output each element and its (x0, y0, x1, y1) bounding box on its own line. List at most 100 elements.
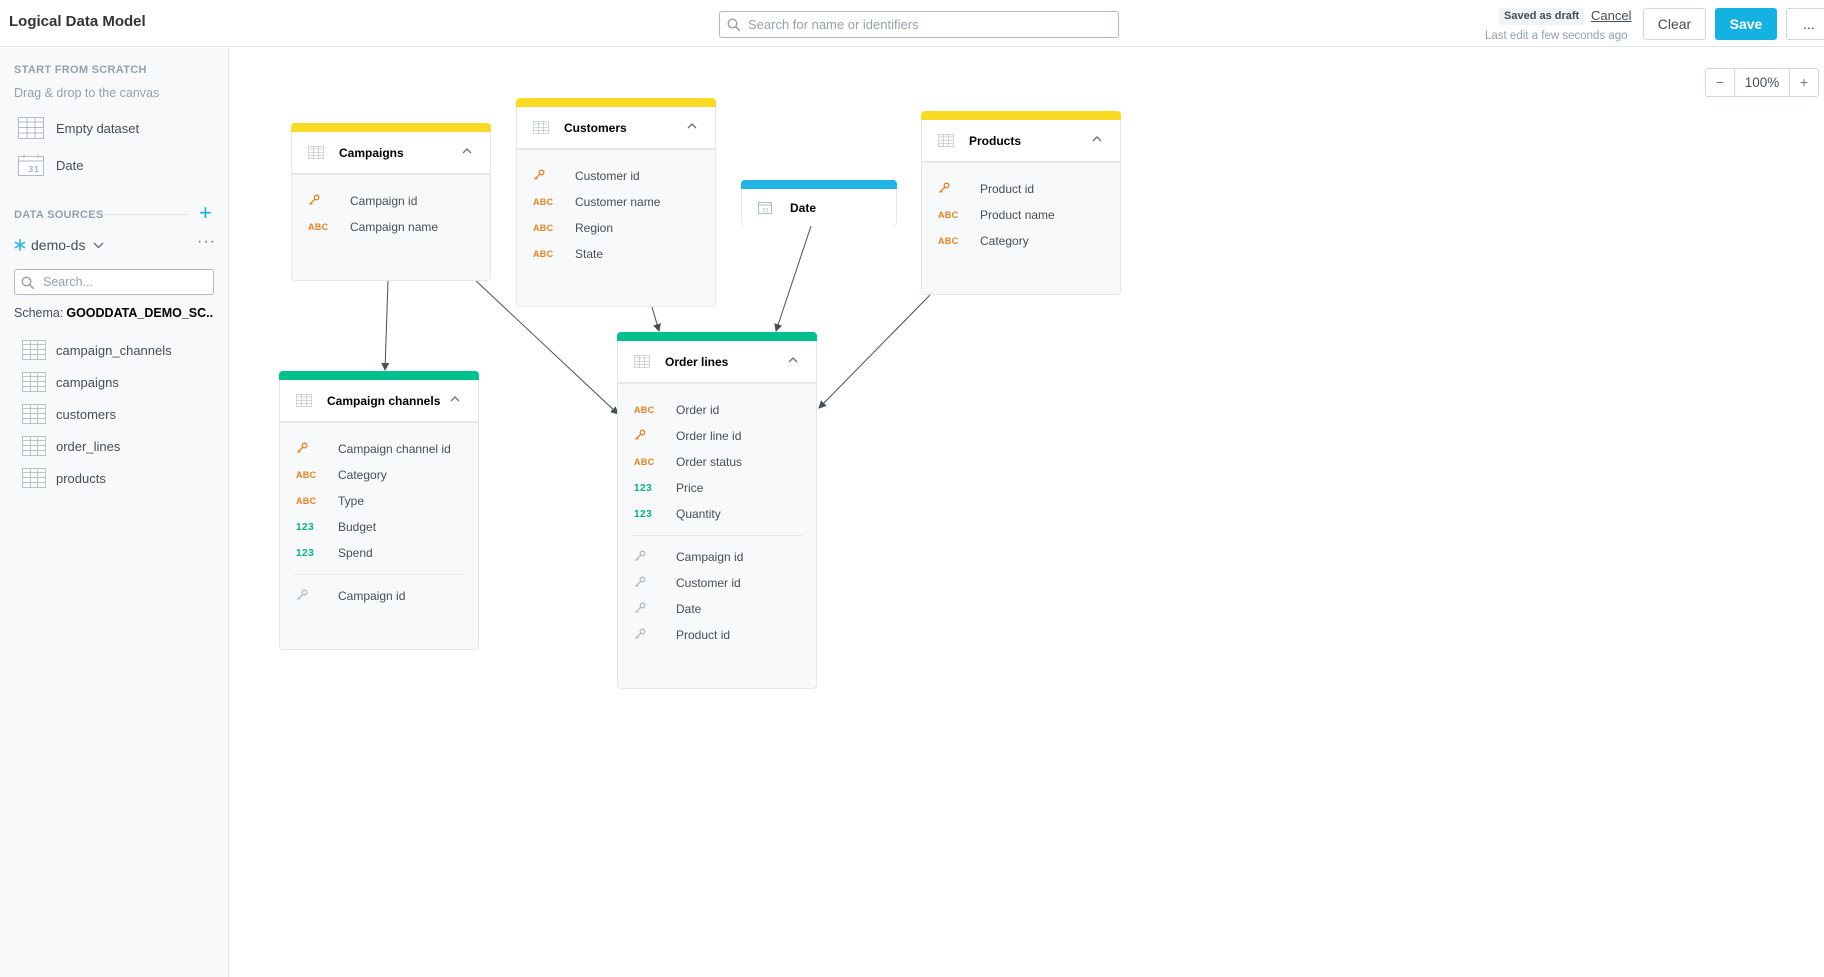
dataset-field-list: ABC Order id Order line id ABC Order status 1… (618, 397, 816, 648)
schema-info: Schema: GOODDATA_DEMO_SC... (14, 306, 214, 320)
date-item[interactable]: 31 Date (18, 152, 83, 178)
field-label: Quantity (676, 507, 721, 521)
key-icon (309, 194, 320, 205)
dataset-field[interactable]: Customer id (517, 163, 715, 189)
sidebar-search-input[interactable] (43, 272, 203, 292)
table-icon (22, 404, 46, 424)
field-label: Product id (676, 628, 731, 642)
dataset-field[interactable]: ABC Order id (618, 397, 816, 423)
source-table-item[interactable]: products (22, 467, 106, 489)
sidebar-search[interactable] (14, 269, 214, 295)
add-data-source-button[interactable]: + (199, 202, 212, 224)
scratch-hint: Drag & drop to the canvas (14, 86, 160, 100)
dataset-type-bar (279, 371, 479, 380)
chevron-up-icon[interactable] (1092, 136, 1102, 142)
fact-icon: 123 (296, 547, 315, 559)
dataset-title: Campaign channels (327, 394, 441, 408)
chevron-up-icon[interactable] (462, 148, 472, 154)
draft-status-badge: Saved as draft (1499, 8, 1585, 25)
dataset-field[interactable]: ABC State (517, 241, 715, 267)
attribute-icon: ABC (634, 457, 655, 467)
dataset-field[interactable]: ABC Type (280, 488, 478, 514)
field-label: Type (338, 494, 365, 508)
global-search[interactable] (719, 11, 1119, 38)
dataset-header[interactable]: Products (922, 120, 1120, 163)
reference-field[interactable]: Campaign id (618, 544, 816, 570)
field-label: State (575, 247, 604, 261)
field-label: Category (338, 468, 387, 482)
dataset-header[interactable]: 31 Date (742, 189, 896, 226)
dataset-field-list: Customer id ABC Customer name ABC Region ABC S… (517, 163, 715, 267)
field-label: Customer id (676, 576, 741, 590)
dataset-header[interactable]: Campaigns (292, 132, 490, 175)
empty-dataset-item[interactable]: Empty dataset (18, 115, 139, 141)
divider (632, 535, 802, 536)
dataset-field[interactable]: ABC Campaign name (292, 214, 490, 240)
reference-icon (296, 589, 326, 603)
zoom-out-button[interactable]: − (1706, 69, 1734, 96)
dataset-field[interactable]: ABC Category (922, 228, 1120, 254)
svg-text:31: 31 (28, 165, 40, 174)
clear-button[interactable]: Clear (1643, 8, 1706, 40)
dataset-products[interactable]: Products Product id ABC Product name ABC Cate… (921, 111, 1121, 295)
source-table-item[interactable]: customers (22, 403, 116, 425)
dataset-field[interactable]: 123 Budget (280, 514, 478, 540)
dataset-field[interactable]: 123 Price (618, 475, 816, 501)
dataset-type-bar (741, 180, 897, 189)
primary-key-icon (296, 442, 326, 456)
dataset-field[interactable]: Order line id (618, 423, 816, 449)
dataset-title: Customers (564, 121, 627, 135)
data-source-menu-button[interactable]: ··· (197, 233, 216, 251)
dataset-field[interactable]: ABC Category (280, 462, 478, 488)
dataset-header[interactable]: Customers (517, 107, 715, 150)
dataset-header[interactable]: Order lines (618, 341, 816, 384)
field-label: Campaign id (676, 550, 744, 564)
dataset-field[interactable]: ABC Region (517, 215, 715, 241)
data-source-select[interactable]: demo-ds (14, 235, 104, 255)
attribute-icon: ABC (533, 223, 554, 233)
dataset-field[interactable]: ABC Customer name (517, 189, 715, 215)
dataset-date[interactable]: 31 Date (741, 180, 897, 226)
more-options-button[interactable]: ... (1786, 8, 1824, 40)
chevron-up-icon[interactable] (788, 357, 798, 363)
dataset-field[interactable]: ABC Order status (618, 449, 816, 475)
global-search-input[interactable] (748, 14, 1108, 35)
schema-value: GOODDATA_DEMO_SC... (66, 306, 214, 320)
field-label: Region (575, 221, 614, 235)
dataset-field[interactable]: Product id (922, 176, 1120, 202)
chevron-up-icon[interactable] (450, 396, 460, 402)
reference-field[interactable]: Product id (618, 622, 816, 648)
dataset-order-lines[interactable]: Order lines ABC Order id Order line id ABC Or… (617, 332, 817, 689)
app-title: Logical Data Model (9, 13, 146, 30)
key-icon (939, 182, 950, 193)
dataset-campaigns[interactable]: Campaigns Campaign id ABC Campaign name (291, 123, 491, 281)
reference-field[interactable]: Campaign id (280, 583, 478, 609)
dataset-header[interactable]: Campaign channels (280, 380, 478, 423)
table-icon (308, 146, 324, 159)
dataset-field[interactable]: Campaign channel id (280, 436, 478, 462)
dataset-field[interactable]: ABC Product name (922, 202, 1120, 228)
reference-field[interactable]: Date (618, 596, 816, 622)
source-table-item[interactable]: campaign_channels (22, 339, 172, 361)
dataset-title: Order lines (665, 355, 729, 369)
dataset-customers[interactable]: Customers Customer id ABC Customer name ABC R… (516, 98, 716, 307)
zoom-in-button[interactable]: + (1790, 69, 1818, 96)
chevron-up-icon[interactable] (687, 123, 697, 129)
scratch-heading: START FROM SCRATCH (14, 64, 147, 76)
schema-label: Schema: (14, 306, 64, 320)
dataset-field[interactable]: 123 Quantity (618, 501, 816, 527)
source-table-item[interactable]: order_lines (22, 435, 120, 457)
search-icon (21, 276, 35, 290)
attribute-icon: ABC (533, 249, 554, 259)
cancel-link[interactable]: Cancel (1591, 8, 1631, 23)
table-icon (22, 372, 46, 392)
reference-field[interactable]: Customer id (618, 570, 816, 596)
dataset-field[interactable]: Campaign id (292, 188, 490, 214)
save-button[interactable]: Save (1715, 8, 1777, 40)
source-table-item[interactable]: campaigns (22, 371, 119, 393)
source-table-label: products (56, 470, 106, 486)
dataset-field[interactable]: 123 Spend (280, 540, 478, 566)
dataset-campaign-channels[interactable]: Campaign channels Campaign channel id ABC C… (279, 371, 479, 650)
field-label: Price (676, 481, 704, 495)
table-icon (938, 134, 954, 147)
